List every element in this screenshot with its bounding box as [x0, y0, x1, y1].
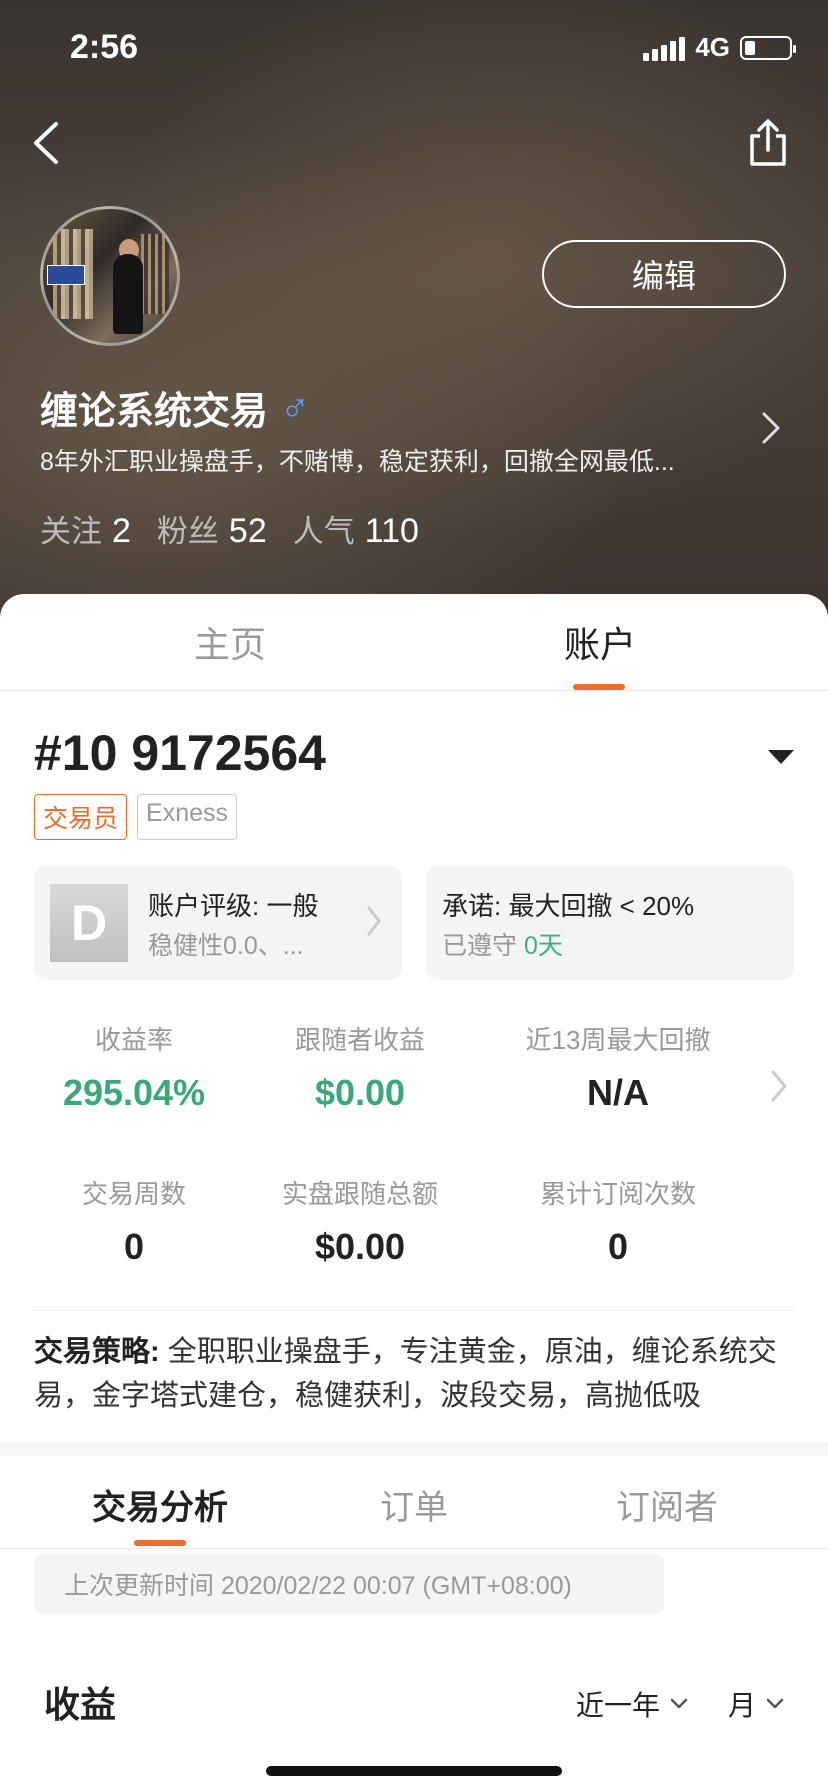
follow-stat[interactable]: 关注 2	[40, 506, 131, 551]
metric-label: 近13周最大回撤	[525, 1025, 711, 1055]
profile-header: 2:56 4G 编辑 缠论系统交易 ♂ 8年外汇职业操盘手，不赌博，稳定获利，回…	[0, 0, 828, 620]
metric-label: 跟随者收益	[294, 1025, 425, 1055]
earnings-title: 收益	[44, 1684, 117, 1725]
promise-card: 承诺: 最大回撤 < 20% 已遵守 0天	[426, 866, 794, 980]
max-drawdown-value: N/A	[587, 1072, 649, 1113]
divider	[34, 1310, 794, 1311]
account-sheet: 主页 账户 #10 9172564 交易员 Exness D 账户评级: 一般 …	[0, 594, 828, 1792]
period-filter[interactable]: 月	[728, 1684, 784, 1724]
promise-title: 承诺: 最大回撤 < 20%	[442, 891, 695, 921]
battery-icon	[740, 35, 796, 60]
profile-bio[interactable]: 8年外汇职业操盘手，不赌博，稳定获利，回撤全网最低...	[40, 442, 720, 478]
account-tags: 交易员 Exness	[34, 794, 237, 840]
home-indicator	[266, 1766, 562, 1776]
active-tab-indicator	[134, 1540, 186, 1546]
profile-name: 缠论系统交易	[40, 391, 269, 433]
rating-subtitle: 稳健性0.0、...	[148, 932, 304, 960]
return-rate-value: 295.04%	[62, 1072, 206, 1113]
strategy-label: 交易策略:	[34, 1336, 160, 1368]
popularity-stat: 人气 110	[292, 512, 419, 550]
section-separator	[0, 1442, 828, 1456]
analysis-tabs: 交易分析 订单 订阅者	[0, 1456, 828, 1549]
profile-name-row: 缠论系统交易 ♂	[40, 380, 310, 435]
chevron-right-icon	[367, 906, 381, 936]
status-time: 2:56	[70, 28, 139, 66]
edit-profile-button[interactable]: 编辑	[542, 240, 786, 308]
trading-strategy: 交易策略: 全职职业操盘手，专注黄金，原油，缠论系统交易，金字塔式建仓，稳健获利…	[34, 1330, 804, 1418]
fans-stat[interactable]: 粉丝 52	[157, 506, 267, 551]
trading-weeks-value: 0	[123, 1226, 145, 1267]
chevron-right-icon[interactable]	[760, 408, 782, 448]
chevron-right-icon[interactable]	[770, 1068, 788, 1104]
range-filter[interactable]: 近一年	[576, 1684, 688, 1724]
male-icon: ♂	[280, 385, 311, 429]
last-updated-banner: 上次更新时间 2020/02/22 00:07 (GMT+08:00)	[34, 1554, 664, 1614]
metric-label: 收益率	[94, 1025, 173, 1055]
tab-trading-analysis[interactable]: 交易分析	[92, 1480, 228, 1529]
profile-stats: 关注 2 粉丝 52 人气 110	[40, 506, 419, 551]
broker-tag: Exness	[137, 794, 237, 840]
follower-earnings-value: $0.00	[314, 1072, 406, 1113]
account-number: #10 9172564	[34, 725, 326, 781]
chevron-down-icon	[670, 1698, 688, 1709]
tab-home[interactable]: 主页	[194, 616, 266, 668]
trader-tag: 交易员	[34, 794, 128, 840]
share-icon[interactable]	[746, 118, 790, 168]
metric-label: 实盘跟随总额	[281, 1179, 438, 1209]
tab-account[interactable]: 账户	[564, 616, 636, 668]
status-indicators: 4G	[643, 32, 796, 63]
promise-subtitle: 已遵守 0天	[442, 932, 563, 960]
chevron-down-icon	[766, 1698, 784, 1709]
signal-icon	[643, 35, 686, 61]
subscription-count-value: 0	[607, 1226, 629, 1267]
back-icon[interactable]	[28, 118, 68, 168]
grade-badge: D	[50, 884, 128, 962]
account-rating-card[interactable]: D 账户评级: 一般 稳健性0.0、...	[34, 866, 402, 980]
active-tab-indicator	[573, 684, 625, 690]
total-follow-amount-value: $0.00	[314, 1226, 406, 1267]
tab-subscribers[interactable]: 订阅者	[616, 1480, 718, 1529]
account-dropdown-icon[interactable]	[768, 750, 794, 764]
avatar[interactable]	[40, 206, 180, 346]
metric-label: 交易周数	[81, 1179, 186, 1209]
tab-orders[interactable]: 订单	[380, 1480, 448, 1529]
rating-title: 账户评级: 一般	[148, 891, 319, 921]
metric-label: 累计订阅次数	[539, 1179, 696, 1209]
network-type: 4G	[695, 32, 730, 62]
profile-tabs: 主页 账户	[0, 594, 828, 691]
